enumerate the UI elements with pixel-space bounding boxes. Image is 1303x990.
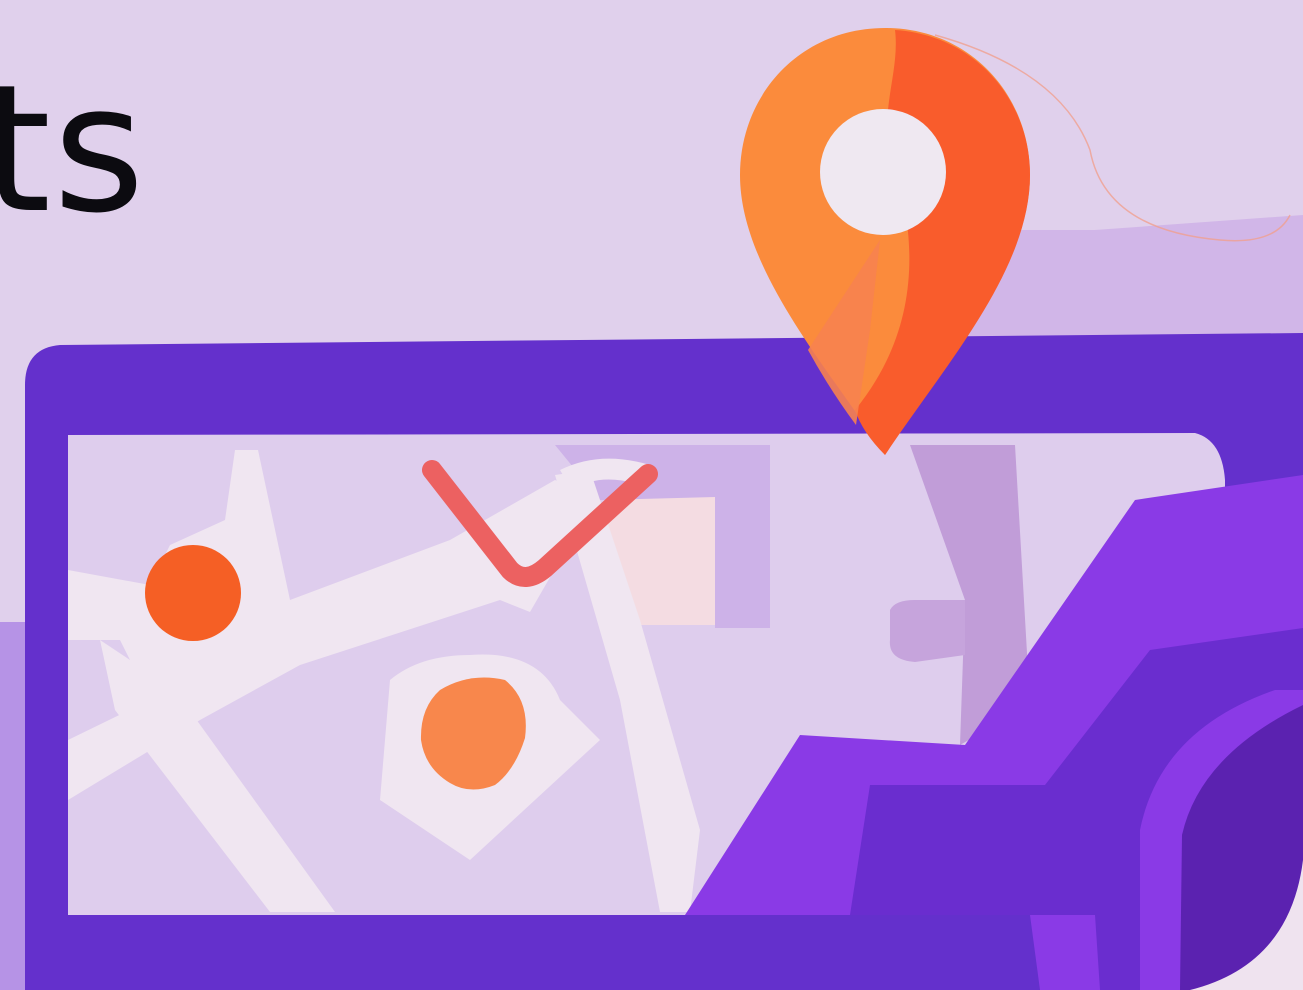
map-marker-icon xyxy=(145,545,241,641)
map-nub xyxy=(889,600,965,662)
illustration-banner: ts xyxy=(0,0,1303,990)
map-illustration xyxy=(0,28,1303,990)
